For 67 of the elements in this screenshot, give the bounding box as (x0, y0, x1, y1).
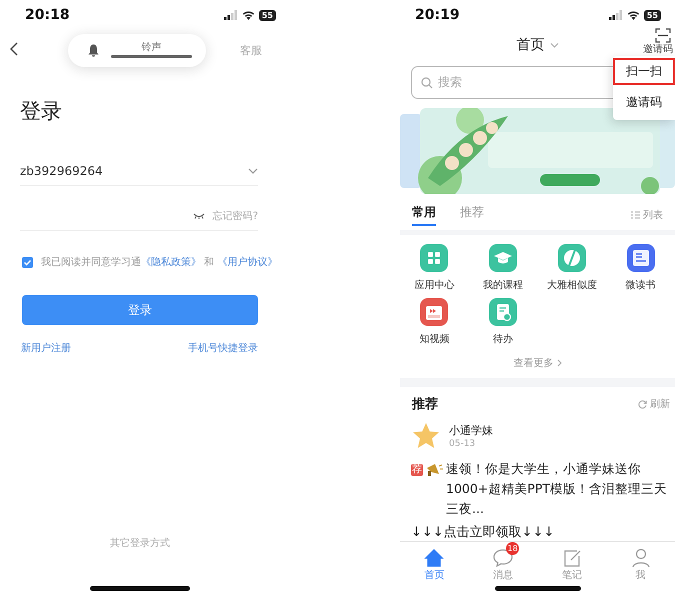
search-icon (421, 76, 433, 88)
login-button[interactable]: 登录 (22, 295, 258, 325)
account-field[interactable]: zb392969264 (20, 157, 258, 186)
post-link-line[interactable]: ↓↓↓点击立即领取↓↓↓ (411, 523, 675, 541)
wifi-icon (242, 10, 255, 20)
page-title: 登录 (20, 98, 63, 125)
status-time: 20:19 (415, 7, 460, 23)
tab-bar-item[interactable]: 消息 (493, 570, 514, 581)
tab-bar-item[interactable]: 笔记 (562, 570, 582, 581)
status-time: 20:18 (25, 7, 70, 23)
service-link[interactable]: 客服 (240, 42, 290, 58)
password-field[interactable]: 忘记密码? (20, 202, 258, 231)
menu-item[interactable]: 扫一扫 (613, 58, 675, 85)
home-icon[interactable] (423, 547, 446, 569)
signal-icon (224, 10, 238, 20)
volume-label: 铃声 (142, 42, 162, 53)
chevron-right-icon[interactable] (556, 359, 562, 367)
clipboard-icon[interactable] (489, 298, 518, 326)
tab-bar-item[interactable]: 我 (636, 570, 646, 581)
privacy-policy-link[interactable]: 《隐私政策》 (141, 257, 201, 268)
tab[interactable]: 推荐 (460, 204, 484, 226)
back-icon[interactable] (10, 42, 18, 56)
tab[interactable]: 常用 (412, 204, 436, 226)
refresh-link[interactable]: 刷新 (650, 397, 670, 411)
video-icon[interactable] (420, 298, 448, 326)
register-link[interactable]: 新用户注册 (21, 341, 71, 355)
grid-icon[interactable] (420, 244, 448, 272)
app-label[interactable]: 微读书 (626, 278, 656, 292)
pie-chart-icon[interactable] (558, 244, 586, 272)
graduation-cap-icon[interactable] (489, 244, 518, 272)
post-date: 05-13 (449, 439, 476, 449)
bell-icon (88, 44, 99, 56)
agreement-text: 我已阅读并同意学习通《隐私政策》 和 《用户协议》 (41, 256, 278, 269)
battery-level: 55 (258, 10, 276, 20)
list-icon[interactable] (631, 211, 640, 219)
section-title: 推荐 (412, 396, 438, 413)
app-label[interactable]: 我的课程 (483, 278, 524, 292)
megaphone-icon (426, 463, 443, 476)
recommend-tag: 荐 (411, 464, 423, 476)
battery-level: 55 (644, 10, 661, 20)
scan-icon[interactable] (655, 28, 671, 43)
post-text[interactable]: 速领！你是大学生，小通学妹送你1000+超精美PPT模版！含泪整理三天三夜... (446, 459, 671, 519)
unread-badge: 18 (506, 542, 520, 555)
wifi-icon (626, 10, 640, 20)
author-name[interactable]: 小通学妹 (449, 423, 493, 438)
scan-label: 邀请码 (643, 44, 673, 55)
user-agreement-link[interactable]: 《用户协议》 (217, 257, 278, 268)
tab-bar-item[interactable]: 首页 (424, 570, 444, 581)
chevron-down-icon[interactable] (248, 168, 258, 174)
list-view-toggle[interactable]: 列表 (643, 208, 663, 222)
book-icon[interactable] (626, 244, 655, 272)
person-icon[interactable] (630, 547, 652, 569)
agreement-checkbox[interactable] (22, 256, 33, 268)
phone-login-link[interactable]: 手机号快捷登录 (188, 341, 258, 355)
chevron-down-icon[interactable] (550, 42, 558, 48)
app-label[interactable]: 大雅相似度 (546, 278, 597, 292)
see-more-link[interactable]: 查看更多 (514, 356, 554, 370)
app-label[interactable]: 待办 (493, 332, 514, 346)
other-login-link[interactable]: 其它登录方式 (110, 536, 170, 550)
app-label[interactable]: 应用中心 (414, 278, 454, 292)
signal-icon (608, 10, 623, 20)
closed-eye-icon[interactable] (192, 213, 205, 219)
page-title[interactable]: 首页 (516, 36, 544, 54)
refresh-icon[interactable] (638, 400, 647, 408)
app-label[interactable]: 知视频 (419, 332, 450, 346)
forgot-password-link[interactable]: 忘记密码? (212, 209, 258, 223)
account-value: zb392969264 (20, 164, 103, 178)
